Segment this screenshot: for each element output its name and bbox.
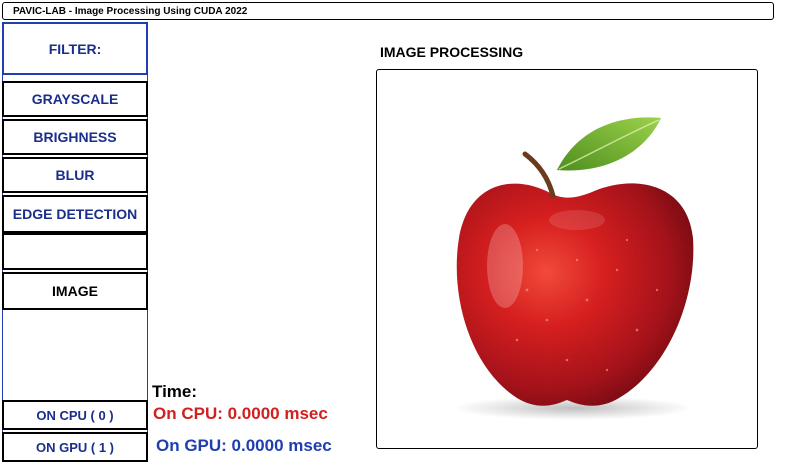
image-display <box>376 69 758 449</box>
red-apple-icon <box>453 117 694 420</box>
grayscale-button[interactable]: GRAYSCALE <box>2 81 148 117</box>
on-cpu-button[interactable]: ON CPU ( 0 ) <box>2 400 148 430</box>
time-label: Time: <box>152 382 198 401</box>
gpu-time-readout: On GPU: 0.0000 msec <box>156 436 332 455</box>
panel-title: IMAGE PROCESSING <box>380 44 524 60</box>
empty-button[interactable] <box>2 233 148 270</box>
edge-detection-button[interactable]: EDGE DETECTION <box>2 195 148 233</box>
brightness-button[interactable]: BRIGHNESS <box>2 119 148 155</box>
image-button[interactable]: IMAGE <box>2 272 148 310</box>
filter-header: FILTER: <box>2 22 148 75</box>
on-gpu-button[interactable]: ON GPU ( 1 ) <box>2 432 148 462</box>
blur-button[interactable]: BLUR <box>2 157 148 193</box>
window-title: PAVIC-LAB - Image Processing Using CUDA … <box>2 2 774 20</box>
cpu-time-readout: On CPU: 0.0000 msec <box>153 404 328 423</box>
